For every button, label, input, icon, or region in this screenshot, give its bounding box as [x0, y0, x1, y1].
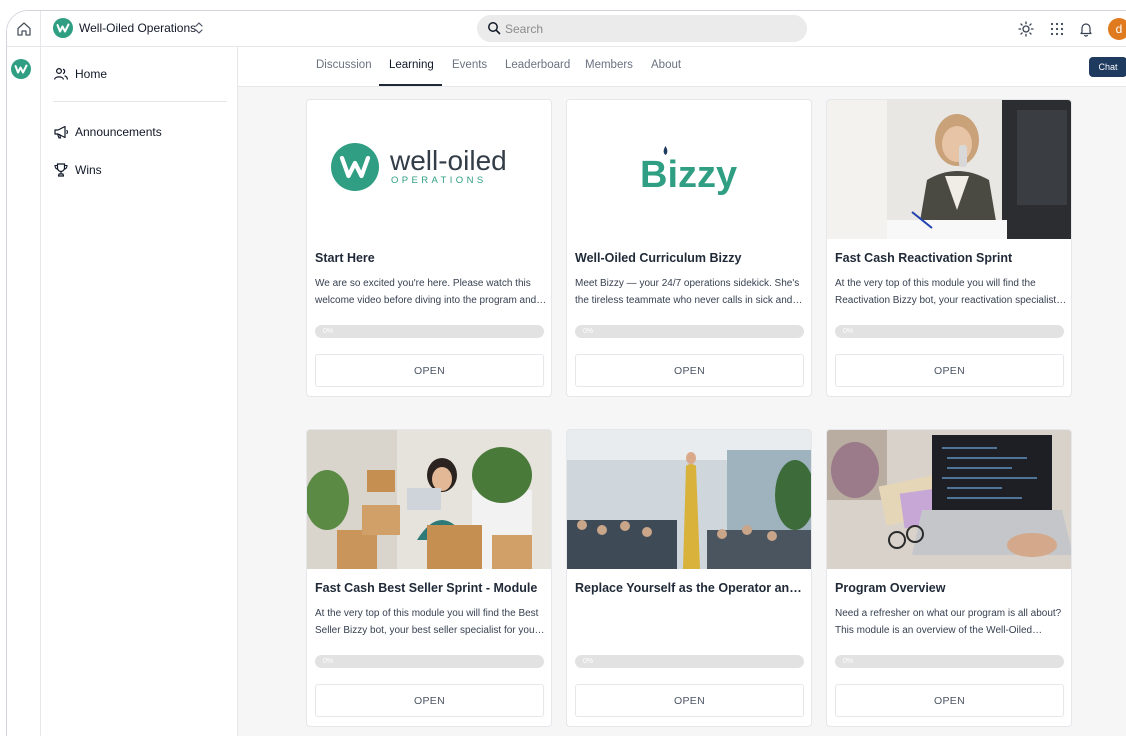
course-thumbnail [307, 430, 551, 569]
course-card[interactable]: Program Overview Need a refresher on wha… [826, 429, 1072, 727]
course-title: Program Overview [835, 581, 946, 595]
progress-label: 0% [323, 658, 334, 665]
course-description: At the very top of this module you will … [315, 608, 539, 636]
active-tab-indicator [379, 84, 442, 86]
sidebar-item-label: Announcements [75, 125, 162, 139]
course-thumbnail: well-oiled OPERATIONS [307, 100, 551, 239]
bizzy-logo: Bizzy [567, 100, 811, 239]
community-icon [53, 67, 69, 80]
open-button[interactable]: OPEN [835, 684, 1064, 717]
sidebar-item-announcements[interactable]: Announcements [53, 121, 228, 143]
course-card[interactable]: Fast Cash Best Seller Sprint - Module At… [306, 429, 552, 727]
sidebar-item-label: Wins [75, 163, 102, 177]
course-thumbnail [827, 100, 1071, 239]
open-button[interactable]: OPEN [315, 354, 544, 387]
speaker-on-stage-photo [567, 430, 811, 569]
sidebar-item-wins[interactable]: Wins [53, 159, 228, 181]
packing-boxes-photo [307, 430, 551, 569]
trophy-icon [54, 163, 68, 177]
community-rail [7, 47, 41, 736]
course-title: Well-Oiled Curriculum Bizzy [575, 251, 742, 265]
workspace-name[interactable]: Well-Oiled Operations [79, 21, 196, 35]
course-description: Need a refresher on what our program is … [835, 608, 1062, 636]
progress-bar: 0% [575, 655, 804, 668]
avatar[interactable]: d [1108, 18, 1126, 40]
search-input[interactable] [505, 15, 795, 42]
progress-label: 0% [583, 658, 594, 665]
course-description: We are so excited you're here. Please wa… [315, 278, 537, 306]
top-bar: Well-Oiled Operations Search d [7, 11, 1126, 47]
main-content: Discussion Learning Events Leaderboard M… [238, 47, 1126, 736]
progress-bar: 0% [575, 325, 804, 338]
course-description [575, 605, 807, 639]
search-bar[interactable] [477, 15, 807, 42]
workspace-logo-icon[interactable] [53, 18, 73, 38]
course-card[interactable]: Fast Cash Reactivation Sprint At the ver… [826, 99, 1072, 397]
tab-leaderboard[interactable]: Leaderboard [505, 59, 570, 71]
topbar-divider [40, 11, 41, 47]
tab-about[interactable]: About [651, 59, 681, 71]
home-icon[interactable] [15, 20, 33, 38]
progress-bar: 0% [835, 655, 1064, 668]
app-window: Well-Oiled Operations Search d Home Anno… [6, 10, 1126, 736]
progress-label: 0% [323, 328, 334, 335]
laptop-desk-photo [827, 430, 1071, 569]
progress-bar: 0% [315, 325, 544, 338]
course-thumbnail [827, 430, 1071, 569]
megaphone-icon [54, 125, 69, 139]
chat-button[interactable]: Chat [1089, 57, 1126, 77]
course-title: Start Here [315, 251, 375, 265]
apps-grid-icon[interactable] [1049, 21, 1065, 37]
progress-label: 0% [843, 658, 854, 665]
course-thumbnail [567, 430, 811, 569]
sidebar-divider [53, 101, 227, 102]
tab-members[interactable]: Members [585, 59, 633, 71]
community-logo-icon[interactable] [11, 59, 31, 79]
logo-wordmark: well-oiled [389, 145, 507, 176]
course-description: Meet Bizzy — your 24/7 operations sideki… [575, 278, 800, 306]
chevron-updown-icon[interactable] [193, 21, 205, 35]
course-description: At the very top of this module you will … [835, 278, 1057, 306]
progress-bar: 0% [315, 655, 544, 668]
sidebar-item-label: Home [75, 67, 108, 81]
tab-events[interactable]: Events [452, 59, 487, 71]
bell-icon[interactable] [1078, 21, 1094, 37]
open-button[interactable]: OPEN [835, 354, 1064, 387]
tab-bar: Discussion Learning Events Leaderboard M… [238, 47, 1126, 87]
progress-bar: 0% [835, 325, 1064, 338]
course-card[interactable]: well-oiled OPERATIONS Start Here We are … [306, 99, 552, 397]
well-oiled-logo: well-oiled OPERATIONS [307, 100, 551, 239]
course-card[interactable]: Replace Yourself as the Operator and Sca… [566, 429, 812, 727]
bizzy-wordmark: Bizzy [640, 154, 737, 196]
sidebar: Home Announcements Wins [41, 47, 238, 736]
course-card[interactable]: Bizzy Well-Oiled Curriculum Bizzy Meet B… [566, 99, 812, 397]
course-thumbnail: Bizzy [567, 100, 811, 239]
course-title: Fast Cash Best Seller Sprint - Module [315, 581, 538, 595]
course-title: Replace Yourself as the Operator and Sca… [575, 581, 807, 595]
tab-learning[interactable]: Learning [389, 59, 434, 71]
sidebar-item-home[interactable]: Home [53, 63, 228, 85]
logo-tagline: OPERATIONS [391, 175, 487, 186]
open-button[interactable]: OPEN [575, 684, 804, 717]
progress-label: 0% [583, 328, 594, 335]
progress-label: 0% [843, 328, 854, 335]
sun-icon[interactable] [1018, 21, 1034, 37]
open-button[interactable]: OPEN [315, 684, 544, 717]
woman-on-phone-photo [827, 100, 1071, 239]
tab-discussion[interactable]: Discussion [316, 59, 372, 71]
search-icon [488, 22, 501, 35]
course-title: Fast Cash Reactivation Sprint [835, 251, 1013, 265]
open-button[interactable]: OPEN [575, 354, 804, 387]
